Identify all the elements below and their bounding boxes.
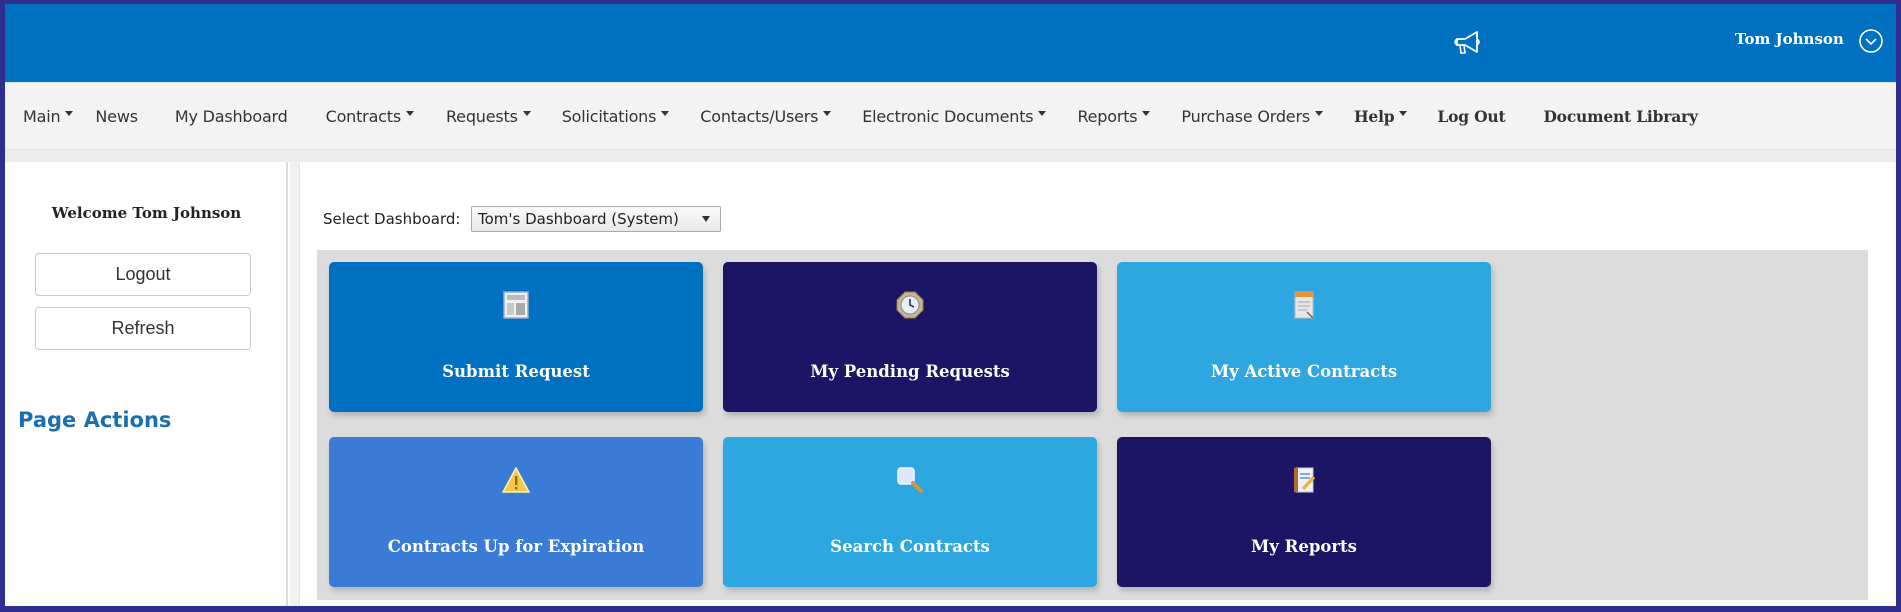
caret-down-icon (522, 110, 531, 116)
caret-down-icon (823, 110, 832, 116)
tile-my-active-contracts[interactable]: My Active Contracts (1117, 262, 1491, 412)
tile-label: Search Contracts (830, 537, 990, 556)
nav-my-dashboard[interactable]: My Dashboard (175, 107, 288, 126)
main-content: Select Dashboard: Tom's Dashboard (Syste… (301, 162, 1896, 606)
megaphone-icon[interactable] (1451, 28, 1485, 58)
clock-icon (896, 291, 924, 319)
tile-contracts-up-for-expiration[interactable]: Contracts Up for Expiration (329, 437, 703, 587)
nav-solicitations[interactable]: Solicitations (562, 107, 670, 126)
nav-label: Electronic Documents (862, 106, 1034, 126)
tile-submit-request[interactable]: Submit Request (329, 262, 703, 412)
tile-label: My Reports (1251, 537, 1357, 556)
chevron-down-circle-icon[interactable] (1858, 28, 1884, 54)
dashboard-select[interactable]: Tom's Dashboard (System) (471, 206, 721, 232)
user-name-menu[interactable]: Tom Johnson (1735, 30, 1844, 48)
nav-label: Log Out (1437, 106, 1506, 126)
nav-label: My Dashboard (174, 106, 288, 126)
caret-down-icon (702, 216, 710, 222)
nav-label: Help (1353, 106, 1395, 126)
dashboard-tiles: Submit Request My Pending Requests My Ac… (317, 250, 1868, 600)
caret-down-icon (405, 110, 414, 116)
nav-label: Contacts/Users (700, 106, 819, 126)
main-nav: Main News My Dashboard Contracts Request… (5, 82, 1896, 150)
app-window: Tom Johnson Main News My Dashboard Contr… (5, 4, 1896, 606)
caret-down-icon (1038, 110, 1047, 116)
caret-down-icon (661, 110, 670, 116)
nav-reports[interactable]: Reports (1077, 106, 1151, 126)
caret-down-icon (1399, 110, 1408, 116)
page-actions-heading: Page Actions (18, 408, 172, 432)
nav-label: News (95, 106, 138, 126)
nav-log-out[interactable]: Log Out (1437, 107, 1505, 126)
logout-button[interactable]: Logout (35, 253, 251, 296)
tile-label: Submit Request (442, 362, 590, 381)
tile-label: My Pending Requests (810, 362, 1010, 381)
refresh-button[interactable]: Refresh (35, 307, 251, 350)
nav-contacts-users[interactable]: Contacts/Users (700, 106, 832, 126)
tile-label: My Active Contracts (1210, 362, 1398, 381)
nav-subbar (5, 150, 1896, 162)
tile-my-reports[interactable]: My Reports (1117, 437, 1491, 587)
nav-label: Solicitations (561, 106, 657, 126)
notebook-pencil-icon (1294, 467, 1316, 493)
nav-label: Requests (445, 106, 518, 126)
nav-main[interactable]: Main (23, 106, 74, 126)
nav-label: Purchase Orders (1181, 106, 1310, 126)
select-dashboard-label: Select Dashboard: (323, 210, 461, 228)
contract-document-icon (1294, 291, 1314, 319)
top-header: Tom Johnson (5, 4, 1896, 82)
tile-label: Contracts Up for Expiration (387, 537, 645, 556)
sidebar-divider (290, 162, 300, 606)
magnifier-icon (897, 467, 923, 493)
caret-down-icon (1314, 110, 1323, 116)
nav-electronic-documents[interactable]: Electronic Documents (862, 106, 1047, 126)
nav-news[interactable]: News (95, 106, 138, 126)
nav-label: Contracts (325, 106, 402, 126)
caret-down-icon (1142, 110, 1151, 116)
nav-label: Main (23, 106, 61, 126)
tile-my-pending-requests[interactable]: My Pending Requests (723, 262, 1097, 412)
nav-requests[interactable]: Requests (446, 107, 531, 126)
caret-down-icon (65, 110, 74, 116)
warning-icon (502, 467, 530, 493)
form-icon (503, 291, 529, 319)
tile-search-contracts[interactable]: Search Contracts (723, 437, 1097, 587)
welcome-text: Welcome Tom Johnson (51, 204, 242, 222)
dashboard-select-value: Tom's Dashboard (System) (478, 210, 679, 228)
nav-help[interactable]: Help (1353, 106, 1408, 126)
sidebar: Welcome Tom Johnson Logout Refresh Page … (5, 162, 288, 606)
nav-label: Reports (1077, 106, 1138, 126)
nav-purchase-orders[interactable]: Purchase Orders (1181, 107, 1323, 126)
nav-document-library[interactable]: Document Library (1543, 106, 1698, 126)
nav-label: Document Library (1543, 106, 1698, 126)
nav-contracts[interactable]: Contracts (326, 107, 414, 126)
